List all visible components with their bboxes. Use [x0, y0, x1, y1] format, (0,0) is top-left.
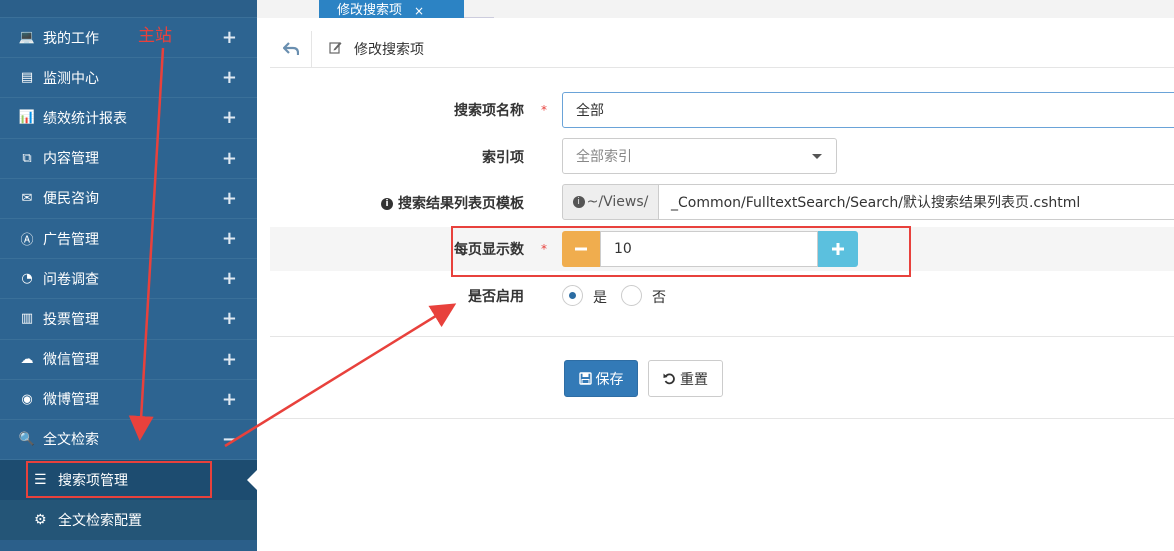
sidebar-item-8[interactable]: ☁ 微信管理 + [0, 339, 257, 380]
name-label: 搜索项名称 [454, 103, 524, 119]
expand-icon[interactable]: + [222, 268, 237, 289]
annotation-box-sidebar [26, 461, 212, 498]
reset-button[interactable]: 重置 [648, 360, 723, 397]
required-mark: * [541, 103, 547, 117]
undo-icon [663, 373, 675, 385]
gear-icon: ⚙ [34, 512, 47, 529]
sidebar-item-4[interactable]: ✉ 便民咨询 + [0, 178, 257, 219]
template-label-group: i 搜索结果列表页模板 [381, 193, 524, 213]
sidebar-item-label: 微信管理 [43, 352, 99, 369]
bar-chart-icon: 📊 [18, 110, 36, 126]
form-row-enabled: 是否启用 是 否 [270, 283, 1174, 309]
sidebar-item-3[interactable]: ⧉ 内容管理 + [0, 138, 257, 179]
expand-icon[interactable]: + [222, 308, 237, 329]
page-title: 修改搜索项 [354, 42, 424, 58]
expand-icon[interactable]: + [222, 67, 237, 88]
active-caret [247, 470, 257, 491]
template-addon-text: ~/Views/ [586, 194, 649, 210]
sidebar-item-2[interactable]: 📊 绩效统计报表 + [0, 98, 257, 139]
search-icon: 🔍 [18, 431, 36, 447]
expand-icon[interactable]: + [222, 389, 237, 410]
enabled-no-radio[interactable] [621, 285, 642, 306]
template-addon: i ~/Views/ [562, 184, 659, 220]
expand-icon[interactable]: + [222, 107, 237, 128]
edit-icon [329, 41, 342, 58]
arrow-right [224, 303, 457, 448]
sidebar-item-0[interactable]: 💻 我的工作 + [0, 18, 257, 59]
sidebar-item-label: 我的工作 [43, 30, 99, 47]
sidebar-item-label: 投票管理 [43, 311, 99, 328]
form-row-index: 索引项 全部索引 [270, 138, 1174, 176]
sidebar-item-5[interactable]: Ⓐ 广告管理 + [0, 218, 257, 260]
close-icon[interactable]: × [414, 4, 424, 18]
divider [270, 336, 1174, 337]
sidebar-item-6[interactable]: ◔ 问卷调查 + [0, 259, 257, 300]
enabled-label: 是否启用 [468, 289, 524, 305]
back-icon[interactable] [270, 30, 312, 68]
save-label: 保存 [595, 371, 624, 388]
tab-edit-search-item[interactable]: 修改搜索项 × [319, 0, 464, 18]
tab-label: 修改搜索项 [337, 3, 403, 18]
sidebar-item-7[interactable]: ▥ 投票管理 + [0, 299, 257, 340]
enabled-no-label: 否 [652, 290, 666, 306]
sidebar-item-label: 微博管理 [43, 392, 99, 409]
wechat-icon: ☁ [20, 351, 34, 367]
index-select[interactable]: 全部索引 [562, 138, 837, 174]
sidebar-item-label: 内容管理 [43, 151, 99, 168]
form-row-name: 搜索项名称 * 全部 [270, 91, 1174, 129]
form-row-template: i 搜索结果列表页模板 i ~/Views/ _Common/FulltextSea… [270, 184, 1174, 222]
weibo-icon: ◉ [21, 391, 33, 407]
info-icon: i [572, 196, 585, 208]
annotation-main-site: 主站 [138, 26, 172, 46]
collapse-icon[interactable]: − [222, 429, 237, 450]
sidebar-item-label: 广告管理 [43, 231, 99, 248]
tab-bar: 修改搜索项 × [257, 0, 1174, 18]
expand-icon[interactable]: + [222, 148, 237, 169]
sidebar-item-10[interactable]: 🔍 全文检索 − [0, 419, 257, 461]
template-label: 搜索结果列表页模板 [398, 196, 524, 212]
breadcrumb: 修改搜索项 [270, 30, 1174, 68]
expand-icon[interactable]: + [222, 228, 237, 249]
sidebar-item-label: 全文检索 [43, 432, 99, 449]
chart-icon: ▥ [20, 311, 34, 327]
sidebar-item-1[interactable]: ▤ 监测中心 + [0, 58, 257, 99]
sidebar-top-item[interactable] [0, 0, 257, 18]
expand-icon[interactable]: + [222, 27, 237, 48]
laptop-icon: 💻 [18, 30, 36, 46]
radio-selected-dot [569, 292, 576, 299]
expand-icon[interactable]: + [222, 349, 237, 370]
copy-icon: ⧉ [22, 150, 32, 166]
sidebar-item-label: 绩效统计报表 [43, 110, 127, 127]
save-icon [578, 372, 592, 385]
sidebar-subitem-fulltext-config[interactable]: ⚙ 全文检索配置 [0, 500, 257, 541]
save-button[interactable]: 保存 [564, 360, 638, 397]
pie-chart-icon: ◔ [21, 271, 33, 287]
envelope-icon: ✉ [21, 190, 33, 206]
sidebar-item-label: 便民咨询 [43, 191, 99, 208]
annotation-box-page-size [451, 226, 911, 277]
tab-placeholder [464, 0, 494, 18]
monitor-icon: ▤ [20, 70, 34, 86]
reset-label: 重置 [680, 371, 708, 388]
chevron-down-icon [812, 154, 822, 159]
sidebar-item-9[interactable]: ◉ 微博管理 + [0, 379, 257, 420]
ad-icon: Ⓐ [20, 233, 34, 249]
enabled-yes-radio[interactable] [562, 285, 583, 306]
name-input[interactable]: 全部 [562, 92, 1174, 128]
sidebar-item-label: 问卷调查 [43, 271, 99, 288]
index-select-value: 全部索引 [576, 149, 632, 165]
expand-icon[interactable]: + [222, 188, 237, 209]
sidebar-subitem-label: 全文检索配置 [58, 513, 142, 530]
enabled-yes-label: 是 [593, 290, 607, 306]
sidebar-item-label: 监测中心 [43, 70, 99, 87]
info-icon: i [381, 198, 393, 210]
template-input[interactable]: _Common/FulltextSearch/Search/默认搜索结果列表页.… [658, 184, 1174, 220]
divider [270, 418, 1174, 419]
index-label: 索引项 [482, 150, 524, 166]
